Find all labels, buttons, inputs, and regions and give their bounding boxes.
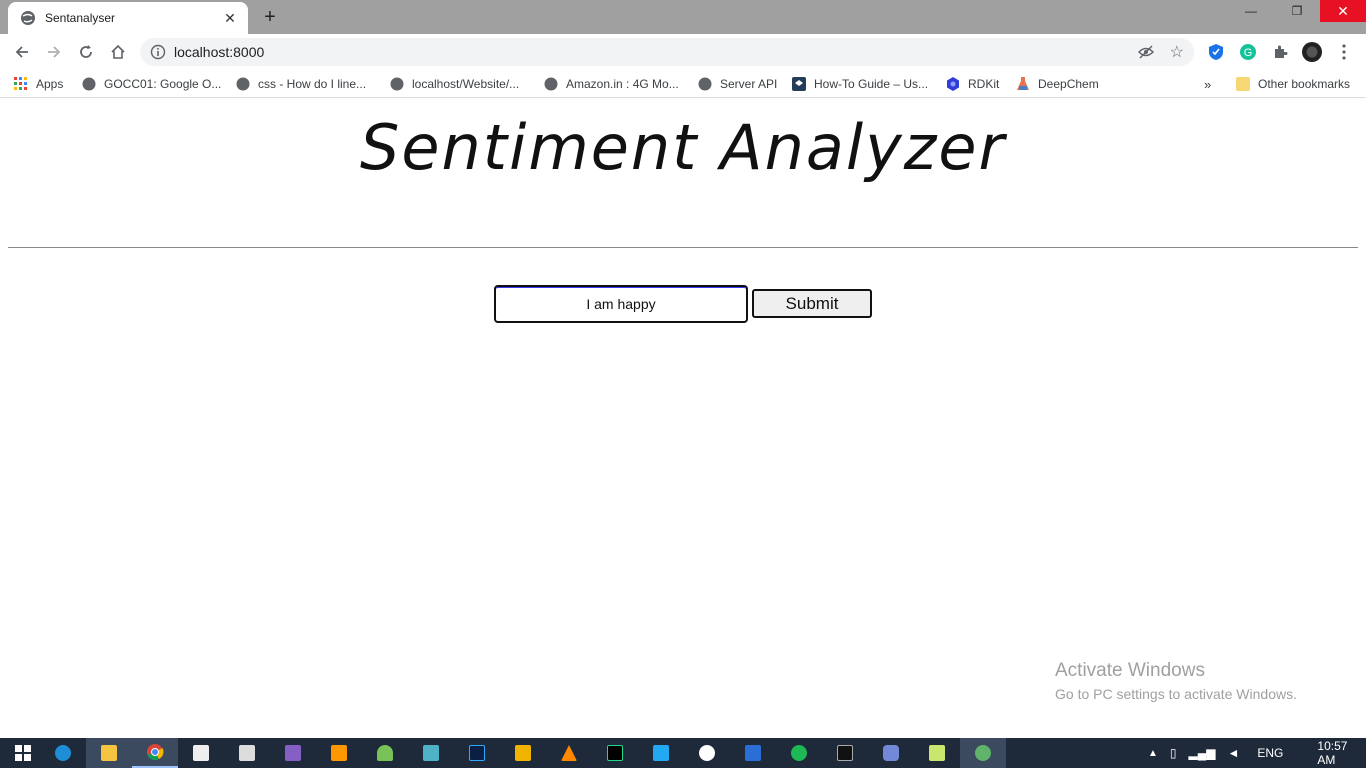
bookmark-label: Apps [36, 77, 64, 91]
bookmark-star-icon[interactable]: ☆ [1170, 42, 1184, 62]
url-text: localhost:8000 [174, 44, 265, 60]
bookmark-how-to-guide[interactable]: How-To Guide – Us... [792, 75, 928, 93]
bookmark-deepchem[interactable]: DeepChem [1016, 75, 1099, 93]
language-indicator[interactable]: ENG [1257, 746, 1283, 760]
watermark-subtitle: Go to PC settings to activate Windows. [1055, 686, 1297, 702]
bookmarks-overflow-button[interactable]: » [1204, 75, 1211, 93]
home-button[interactable] [104, 38, 132, 66]
bookmark-label: How-To Guide – Us... [814, 77, 929, 91]
bookmark-amazon[interactable]: Amazon.in : 4G Mo... [544, 75, 679, 93]
bookmark-label: Amazon.in : 4G Mo... [566, 77, 679, 91]
menu-kebab-icon[interactable] [1334, 42, 1354, 62]
internet-explorer-icon[interactable] [40, 738, 86, 768]
bookmark-rdkit[interactable]: RDKit [946, 75, 999, 93]
bookmark-label: DeepChem [1038, 77, 1099, 91]
activate-windows-watermark: Activate Windows Go to PC settings to ac… [1055, 660, 1297, 702]
submit-button[interactable]: Submit [752, 289, 872, 318]
sentiment-text-input[interactable] [494, 285, 748, 323]
forward-arrow-icon [48, 46, 61, 58]
app-files-icon[interactable] [914, 738, 960, 768]
restore-button[interactable]: ❐ [1274, 0, 1320, 22]
reload-icon [80, 45, 92, 58]
bookmark-label: localhost/Website/... [412, 77, 520, 91]
network-icon[interactable]: ▂▄▆ [1189, 746, 1216, 760]
new-tab-button[interactable]: + [258, 6, 282, 28]
forward-button[interactable] [40, 38, 68, 66]
unity-icon[interactable] [178, 738, 224, 768]
photoshop-icon[interactable] [454, 738, 500, 768]
folder-icon [1236, 77, 1250, 91]
android-studio-icon[interactable] [362, 738, 408, 768]
globe-icon [236, 77, 250, 91]
globe-icon [698, 77, 712, 91]
app-blue-icon[interactable] [730, 738, 776, 768]
bookmark-label: RDKit [968, 77, 1000, 91]
discord-icon[interactable] [868, 738, 914, 768]
minimize-button[interactable]: — [1228, 0, 1274, 22]
tab-strip: Sentanalyser ✕ + — ❐ ✕ [0, 0, 1366, 34]
shield-extension-icon[interactable] [1206, 42, 1226, 62]
app-yellow-icon[interactable] [500, 738, 546, 768]
clock[interactable]: 10:57 AM [1317, 739, 1366, 767]
bookmark-label: Server API [720, 77, 778, 91]
close-tab-icon[interactable]: ✕ [222, 10, 238, 26]
app-active-icon[interactable] [960, 738, 1006, 768]
tracking-hidden-icon[interactable] [1138, 44, 1154, 60]
bookmark-apps[interactable]: Apps [14, 75, 63, 93]
bookmark-label: css - How do I line... [258, 77, 367, 91]
address-bar[interactable]: localhost:8000 ☆ [140, 38, 1194, 66]
bookmark-label: GOCC01: Google O... [104, 77, 222, 91]
battery-icon[interactable]: ▯ [1170, 746, 1177, 760]
page-title: Sentiment Analyzer [360, 111, 1006, 184]
info-icon[interactable] [150, 44, 166, 60]
file-explorer-icon[interactable] [86, 738, 132, 768]
bookmark-css[interactable]: css - How do I line... [236, 75, 366, 93]
chrome-icon[interactable] [132, 738, 178, 768]
tab-sentanalyser[interactable]: Sentanalyser ✕ [8, 2, 248, 34]
bookmark-localhost-website[interactable]: localhost/Website/... [390, 75, 519, 93]
tab-title: Sentanalyser [45, 11, 116, 25]
back-button[interactable] [8, 38, 36, 66]
back-arrow-icon [15, 46, 28, 58]
volume-icon[interactable]: ◄ [1227, 746, 1239, 760]
guide-icon [792, 77, 806, 91]
other-bookmarks-label: Other bookmarks [1258, 77, 1351, 91]
svg-text:G: G [1244, 47, 1253, 59]
bookmark-server-api[interactable]: Server API [698, 75, 777, 93]
tray-chevron-icon[interactable]: ▲ [1148, 748, 1158, 759]
bookmark-gocc01[interactable]: GOCC01: Google O... [82, 75, 221, 93]
globe-icon [390, 77, 404, 91]
screen: Sentanalyser ✕ + — ❐ ✕ localhost:8000 ☆ … [0, 0, 1366, 768]
sublime-text-icon[interactable] [316, 738, 362, 768]
horizontal-divider [8, 247, 1358, 248]
pycharm-icon[interactable] [592, 738, 638, 768]
spotify-icon[interactable] [776, 738, 822, 768]
app-icon[interactable] [224, 738, 270, 768]
grammarly-icon[interactable]: G [1238, 42, 1258, 62]
globe-icon [544, 77, 558, 91]
command-prompt-icon[interactable] [822, 738, 868, 768]
windows-taskbar: ▲ ▯ ▂▄▆ ◄ ENG 10:57 AM [0, 738, 1366, 768]
rdkit-icon [947, 77, 959, 91]
vlc-icon[interactable] [546, 738, 592, 768]
globe-icon [21, 11, 35, 25]
flask-icon [1017, 77, 1029, 90]
windows-logo-icon [15, 745, 31, 761]
visual-studio-icon[interactable] [270, 738, 316, 768]
globe-icon [82, 77, 96, 91]
profile-avatar[interactable] [1302, 42, 1322, 62]
home-icon [111, 44, 125, 59]
close-window-button[interactable]: ✕ [1320, 0, 1366, 22]
bookmarks-bar: Apps GOCC01: Google O... css - How do I … [0, 70, 1366, 98]
reload-button[interactable] [72, 38, 100, 66]
vscode-icon[interactable] [638, 738, 684, 768]
other-bookmarks-folder[interactable]: Other bookmarks [1236, 75, 1350, 93]
page-content: Sentiment Analyzer Submit Activate Windo… [0, 99, 1366, 738]
extensions-puzzle-icon[interactable] [1270, 42, 1290, 62]
mendeley-icon[interactable] [408, 738, 454, 768]
system-tray: ▲ ▯ ▂▄▆ ◄ ENG 10:57 AM [1148, 738, 1366, 768]
slack-icon[interactable] [684, 738, 730, 768]
apps-grid-icon [14, 77, 27, 90]
watermark-title: Activate Windows [1055, 660, 1205, 681]
